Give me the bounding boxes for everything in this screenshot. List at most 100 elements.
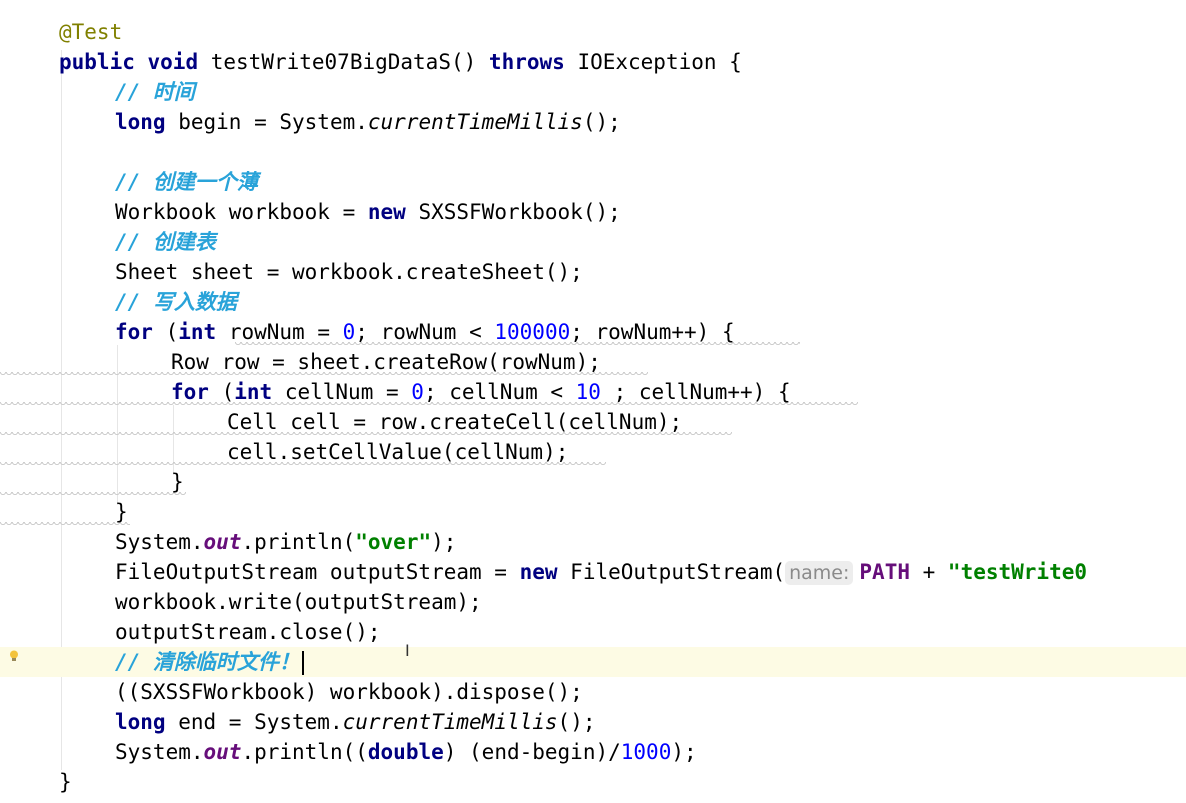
code-line[interactable]: }: [0, 467, 1186, 497]
closing-brace: }: [171, 470, 184, 494]
text-cursor-icon: Ⅰ: [405, 641, 410, 660]
code-text: Workbook workbook =: [115, 200, 368, 224]
static-field: out: [203, 530, 242, 554]
code-line[interactable]: long end = System.currentTimeMillis();: [0, 707, 1186, 737]
number-literal: 100000: [494, 320, 571, 344]
keyword: throws: [488, 50, 565, 74]
code-line[interactable]: ((SXSSFWorkbook) workbook).dispose();: [0, 677, 1186, 707]
code-line[interactable]: workbook.write(outputStream);: [0, 587, 1186, 617]
closing-brace: }: [115, 500, 128, 524]
code-line[interactable]: }: [0, 767, 1186, 797]
code-text: (: [221, 380, 235, 404]
comment-with-caret: // 清除临时文件！: [115, 647, 304, 677]
string-literal: "testWrite0: [947, 560, 1087, 584]
current-code-line[interactable]: // 清除临时文件！: [0, 647, 1186, 677]
code-line[interactable]: Workbook workbook = new SXSSFWorkbook();: [0, 197, 1186, 227]
statement: FileOutputStream outputStream = new File…: [115, 557, 1087, 587]
code-line[interactable]: Cell cell = row.createCell(cellNum);: [0, 407, 1186, 437]
code-line[interactable]: outputStream.close();: [0, 617, 1186, 647]
statement: long end = System.currentTimeMillis();: [115, 707, 595, 737]
code-line[interactable]: public void testWrite07BigDataS() throws…: [0, 47, 1186, 77]
keyword: int: [234, 380, 273, 404]
keyword: public: [59, 50, 135, 74]
keyword: for: [171, 380, 209, 404]
keyword: int: [178, 320, 217, 344]
keyword: new: [519, 560, 558, 584]
code-text: ; cellNum++) {: [600, 380, 791, 404]
for-loop-header: for (int cellNum = 0; cellNum < 10 ; cel…: [171, 377, 791, 407]
code-line[interactable]: // 时间: [0, 77, 1186, 107]
code-text: );: [671, 740, 697, 764]
code-text: FileOutputStream outputStream =: [115, 560, 520, 584]
code-line[interactable]: // 写入数据: [0, 287, 1186, 317]
closing-brace: }: [59, 770, 72, 794]
statement: ((SXSSFWorkbook) workbook).dispose();: [115, 680, 583, 704]
comment: // 创建表: [115, 230, 216, 254]
static-call: currentTimeMillis: [342, 710, 558, 734]
number-literal: 0: [342, 320, 356, 344]
code-editor[interactable]: @Test public void testWrite07BigDataS() …: [0, 0, 1186, 803]
number-literal: 0: [411, 380, 424, 404]
keyword: for: [115, 320, 153, 344]
code-text: ();: [557, 710, 596, 734]
code-line[interactable]: System.out.println("over");: [0, 527, 1186, 557]
code-text: .println((: [241, 740, 368, 764]
statement: Row row = sheet.createRow(rowNum);: [171, 350, 601, 374]
statement: System.out.println((double) (end-begin)/…: [115, 737, 697, 767]
comment: // 创建一个薄: [115, 170, 258, 194]
code-line[interactable]: cell.setCellValue(cellNum);: [0, 437, 1186, 467]
statement: long begin = System.currentTimeMillis();: [115, 107, 621, 137]
code-text: FileOutputStream(: [570, 560, 786, 584]
keyword: double: [367, 740, 444, 764]
code-line[interactable]: }: [0, 497, 1186, 527]
lightbulb-icon[interactable]: [9, 650, 19, 662]
code-line[interactable]: for (int cellNum = 0; cellNum < 10 ; cel…: [0, 377, 1186, 407]
code-line[interactable]: Row row = sheet.createRow(rowNum);: [0, 347, 1186, 377]
code-text: (: [165, 320, 179, 344]
keyword: long: [115, 110, 166, 134]
code-text: rowNum =: [228, 320, 343, 344]
comment: // 写入数据: [115, 290, 237, 314]
code-text: +: [909, 560, 948, 584]
code-text: System.: [115, 530, 204, 554]
code-line[interactable]: for (int rowNum = 0; rowNum < 100000; ro…: [0, 317, 1186, 347]
parameter-hint: name:: [785, 561, 854, 585]
code-line[interactable]: System.out.println((double) (end-begin)/…: [0, 737, 1186, 767]
comment: // 清除临时文件！: [115, 650, 300, 674]
statement: outputStream.close();: [115, 620, 381, 644]
statement: Sheet sheet = workbook.createSheet();: [115, 260, 583, 284]
keyword: long: [115, 710, 166, 734]
code-text: end = System.: [178, 710, 343, 734]
code-text: begin = System.: [178, 110, 368, 134]
exception-type: IOException {: [577, 50, 742, 74]
code-line[interactable]: Sheet sheet = workbook.createSheet();: [0, 257, 1186, 287]
code-text: System.: [115, 740, 204, 764]
code-text: ();: [582, 110, 621, 134]
static-call: currentTimeMillis: [367, 110, 583, 134]
code-text: SXSSFWorkbook();: [418, 200, 621, 224]
code-line[interactable]: long begin = System.currentTimeMillis();: [0, 107, 1186, 137]
code-line[interactable]: // 创建一个薄: [0, 167, 1186, 197]
keyword: void: [147, 50, 199, 74]
code-text: ; rowNum++) {: [570, 320, 735, 344]
for-loop-header: for (int rowNum = 0; rowNum < 100000; ro…: [115, 317, 735, 347]
keyword: new: [367, 200, 406, 224]
string-literal: "over": [355, 530, 432, 554]
constant: PATH: [859, 560, 910, 584]
statement: cell.setCellValue(cellNum);: [227, 440, 569, 464]
number-literal: 10: [575, 380, 601, 404]
code-line[interactable]: // 创建表: [0, 227, 1186, 257]
statement: Workbook workbook = new SXSSFWorkbook();: [115, 197, 621, 227]
code-text: cellNum =: [284, 380, 412, 404]
static-field: out: [203, 740, 242, 764]
code-text: .println(: [241, 530, 356, 554]
annotation: @Test: [59, 20, 123, 44]
code-line[interactable]: FileOutputStream outputStream = new File…: [0, 557, 1186, 587]
code-text: ; cellNum <: [423, 380, 576, 404]
text-caret: [301, 651, 304, 675]
code-line[interactable]: @Test: [0, 17, 1186, 47]
code-text: );: [431, 530, 457, 554]
statement: workbook.write(outputStream);: [115, 590, 482, 614]
code-text: ; rowNum <: [355, 320, 495, 344]
method-name: testWrite07BigDataS(): [210, 50, 477, 74]
